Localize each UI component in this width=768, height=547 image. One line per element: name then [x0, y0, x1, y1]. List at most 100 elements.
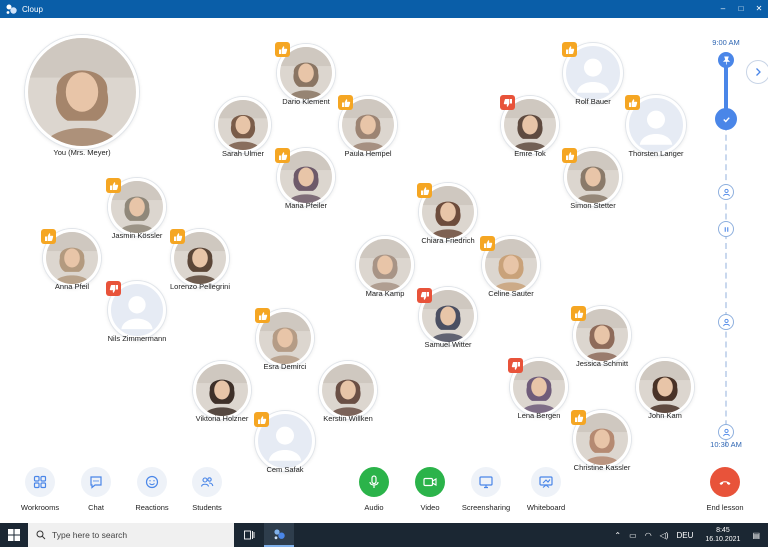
taskbar-search-placeholder: Type here to search [52, 530, 128, 540]
whiteboard-label: Whiteboard [526, 503, 566, 512]
chat-label: Chat [88, 503, 104, 512]
thumbs-up-icon [338, 95, 353, 110]
screensharing-label: Screensharing [461, 503, 511, 512]
lesson-timeline: 9:00 AM 10:30 AM [710, 36, 742, 476]
chat-bubble-icon [90, 476, 102, 489]
video-feed [196, 364, 248, 416]
audio-button[interactable]: Audio [344, 467, 404, 512]
start-button[interactable] [0, 523, 28, 547]
participant-name: Celine Sauter [488, 289, 534, 298]
volume-icon[interactable]: ◁) [660, 531, 669, 540]
next-button[interactable] [746, 60, 768, 84]
hang-up-icon [719, 481, 731, 485]
workrooms-label: Workrooms [20, 503, 60, 512]
taskbar-clock[interactable]: 8:45 16.10.2021 [705, 526, 740, 544]
windows-logo-icon [8, 529, 20, 541]
search-icon [36, 530, 46, 540]
pause-icon [724, 226, 728, 232]
thumbs-up-icon [170, 229, 185, 244]
smiley-icon [145, 475, 159, 489]
video-feed [639, 361, 691, 413]
avatar-video [193, 361, 251, 419]
participant-name: Christine Kassler [573, 463, 631, 472]
app-logo-icon [6, 4, 17, 14]
clock-date: 16.10.2021 [705, 536, 741, 543]
maximize-button[interactable]: □ [732, 0, 750, 18]
thumbs-up-icon [275, 148, 290, 163]
thumbs-up-icon [571, 306, 586, 321]
participant-name: Esra Demirci [263, 362, 307, 371]
reactions-label: Reactions [135, 503, 169, 512]
thumbs-up-icon [562, 148, 577, 163]
cloup-taskbar-app[interactable] [264, 523, 294, 547]
clock-time: 8:45 [716, 527, 730, 534]
participant-name: Samuel Witter [424, 340, 472, 349]
students-label: Students [192, 503, 222, 512]
thumbs-up-icon [480, 236, 495, 251]
timeline-student-marker[interactable] [718, 184, 734, 200]
person-icon [722, 428, 730, 436]
system-tray: ⌃ ▭ ◠ ◁) DEU 8:45 16.10.2021 ▤ [610, 526, 768, 544]
pin-icon [722, 56, 730, 65]
participant-name: John Kam [648, 411, 682, 420]
person-icon [722, 188, 730, 196]
avatar-video [215, 97, 271, 153]
participant-name: Simon Stetter [570, 201, 616, 210]
chevron-right-icon [756, 68, 761, 76]
participant-name: Paula Hempel [344, 149, 392, 158]
participant-name: You (Mrs. Meyer) [53, 148, 111, 157]
participant-name: Jessica Schmitt [575, 359, 629, 368]
task-view-icon [244, 530, 255, 540]
notification-icon[interactable]: ▤ [752, 531, 760, 540]
timeline-pause-marker[interactable] [718, 221, 734, 237]
task-view-button[interactable] [234, 523, 264, 547]
checkmark-icon [722, 116, 730, 123]
whiteboard-button[interactable]: Whiteboard [516, 467, 576, 512]
video-feed [28, 38, 136, 146]
participant-name: Mara Kamp [365, 289, 405, 298]
chat-button[interactable]: Chat [66, 467, 126, 512]
wifi-icon[interactable]: ◠ [645, 531, 652, 540]
close-button[interactable]: ✕ [750, 0, 768, 18]
participant-name: Lorenzo Pellegrini [169, 282, 231, 291]
thumbs-up-icon [562, 42, 577, 57]
chevron-up-icon[interactable]: ⌃ [614, 531, 621, 540]
avatar-video [319, 361, 377, 419]
thumbs-up-icon [106, 178, 121, 193]
windows-taskbar: Type here to search ⌃ ▭ ◠ ◁) DEU 8:45 16… [0, 523, 768, 547]
thumbs-up-icon [571, 410, 586, 425]
thumbs-up-icon [275, 42, 290, 57]
students-button[interactable]: Students [177, 467, 237, 512]
window-titlebar: Cloup – □ ✕ [0, 0, 768, 18]
timeline-student-marker[interactable] [718, 314, 734, 330]
battery-icon[interactable]: ▭ [629, 531, 637, 540]
participant-name: Sarah Ulmer [221, 149, 265, 158]
timeline-current-marker[interactable] [715, 108, 737, 130]
monitor-icon [479, 476, 493, 489]
person-icon [722, 318, 730, 326]
reactions-button[interactable]: Reactions [122, 467, 182, 512]
screensharing-button[interactable]: Screensharing [456, 467, 516, 512]
taskbar-search-box[interactable]: Type here to search [28, 523, 234, 547]
video-camera-icon [423, 477, 437, 487]
thumbs-up-icon [254, 412, 269, 427]
microphone-icon [369, 475, 379, 488]
timeline-end-time: 10:30 AM [710, 440, 742, 449]
window-title: Cloup [22, 4, 43, 14]
workrooms-button[interactable]: Workrooms [10, 467, 70, 512]
minimize-button[interactable]: – [714, 0, 732, 18]
language-indicator[interactable]: DEU [677, 531, 694, 540]
end-lesson-button[interactable]: End lesson [695, 467, 755, 512]
thumbs-up-icon [41, 229, 56, 244]
thumbs-up-icon [625, 95, 640, 110]
thumbs-down-icon [500, 95, 515, 110]
video-feed [359, 239, 411, 291]
participant-name: Maria Pfeiler [284, 201, 328, 210]
participant-name: Chiara Friedrich [421, 236, 475, 245]
participant-name: Kerstin Willken [323, 414, 373, 423]
video-feed [322, 364, 374, 416]
timeline-student-marker[interactable] [718, 424, 734, 440]
people-icon [200, 477, 214, 487]
video-button[interactable]: Video [400, 467, 460, 512]
timeline-pin-marker[interactable] [718, 52, 734, 68]
